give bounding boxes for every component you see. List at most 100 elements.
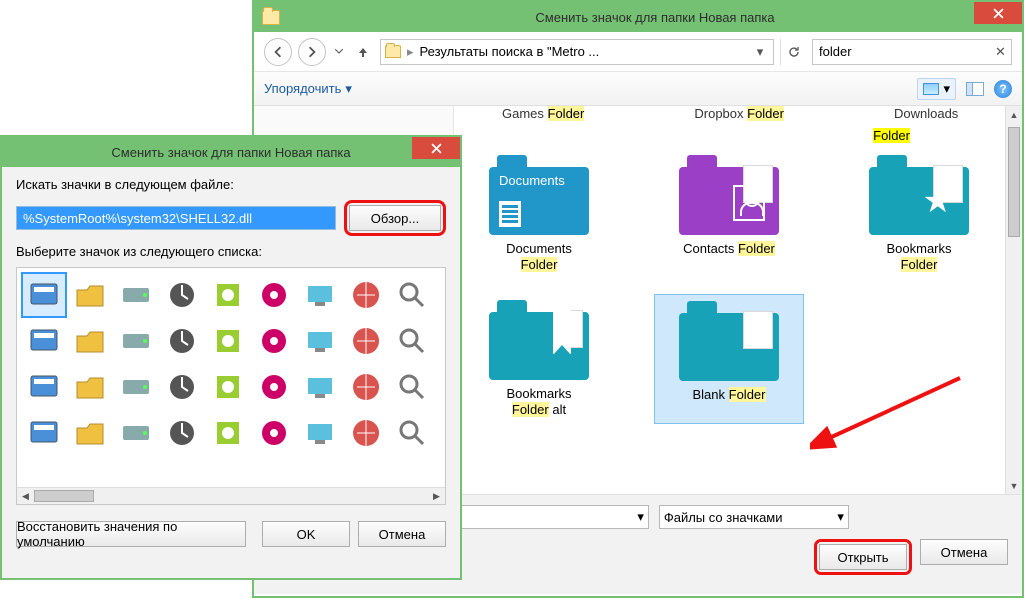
printer-icon[interactable] [207, 274, 249, 316]
highlight-ring: Открыть [814, 539, 912, 575]
scroll-up-icon[interactable]: ▲ [1006, 106, 1022, 123]
history-dropdown[interactable] [332, 49, 346, 54]
scroll-left-icon[interactable]: ◀ [17, 491, 34, 502]
cancel-button[interactable]: Отмена [358, 521, 446, 547]
file-list[interactable]: Games FolderDropbox FolderDownloads Fold… [454, 106, 1022, 494]
picture-icon [923, 83, 939, 95]
gear-icon[interactable] [299, 366, 341, 408]
cdrom-icon[interactable] [253, 320, 295, 362]
nav-row: ▸ Результаты поиска в "Metro ... ▾ ✕ [254, 32, 1022, 72]
filter-value: Файлы со значками [664, 510, 783, 525]
photo-icon[interactable] [299, 320, 341, 362]
users-icon[interactable] [207, 412, 249, 454]
folder-icon [385, 45, 401, 58]
dvd-icon[interactable] [69, 412, 111, 454]
chevron-down-icon: ▾ [345, 81, 352, 97]
scroll-thumb[interactable] [1008, 127, 1020, 237]
ok-button[interactable]: OK [262, 521, 350, 547]
chip-icon[interactable] [161, 274, 203, 316]
folder-open-icon[interactable] [391, 320, 433, 362]
up-button[interactable] [352, 41, 374, 63]
power-icon[interactable] [299, 412, 341, 454]
sound-icon[interactable] [345, 274, 387, 316]
chevron-down-icon[interactable]: ▾ [751, 44, 769, 60]
file-filter-combo[interactable]: Файлы со значками▾ [659, 505, 849, 529]
folder-icon[interactable] [69, 274, 111, 316]
search-box[interactable]: ✕ [812, 39, 1012, 65]
folder-icon [262, 10, 280, 25]
chevron-down-icon: ▾ [943, 81, 950, 97]
change-icon-dialog: Сменить значок для папки Новая папка Иск… [0, 135, 462, 580]
icon-path-input[interactable] [16, 206, 336, 230]
window-title: Сменить значок для папки Новая папка [111, 145, 350, 160]
forward-button[interactable] [298, 38, 326, 66]
lock-icon[interactable] [345, 412, 387, 454]
cancel-button[interactable]: Отмена [920, 539, 1008, 565]
partial-row: Games FolderDropbox FolderDownloads [464, 106, 1012, 128]
icon-list[interactable]: ◀ ▶ [16, 267, 446, 505]
restore-defaults-button[interactable]: Восстановить значения по умолчанию [16, 521, 246, 547]
address-bar[interactable]: ▸ Результаты поиска в "Metro ... ▾ [380, 39, 774, 65]
organize-menu[interactable]: Упорядочить ▾ [264, 81, 352, 97]
scroll-thumb[interactable] [34, 490, 94, 502]
world2-icon[interactable] [161, 366, 203, 408]
search-icon[interactable] [207, 366, 249, 408]
titlebar: Сменить значок для папки Новая папка [254, 2, 1022, 32]
refresh-button[interactable] [780, 39, 806, 65]
key-icon[interactable] [253, 412, 295, 454]
fax-icon[interactable] [345, 320, 387, 362]
floppy-icon[interactable] [69, 366, 111, 408]
chevron-right-icon: ▸ [407, 44, 414, 60]
clock-icon[interactable] [253, 274, 295, 316]
hand-icon[interactable] [345, 366, 387, 408]
highlight: Folder [873, 128, 910, 143]
net-panel-icon[interactable] [299, 274, 341, 316]
netdrive-icon[interactable] [115, 320, 157, 362]
file-caption: Contacts Folder [683, 241, 775, 257]
view-mode-button[interactable]: ▾ [917, 78, 956, 100]
clear-search-icon[interactable]: ✕ [995, 44, 1006, 60]
lan-icon[interactable] [391, 412, 433, 454]
monitor-icon[interactable] [207, 320, 249, 362]
window-icon[interactable] [23, 274, 65, 316]
screen-icon[interactable] [23, 366, 65, 408]
highlight-ring: Обзор... [344, 200, 446, 236]
close-button[interactable] [412, 137, 460, 159]
file-item-bookmarks[interactable]: ★BookmarksFolder [844, 149, 994, 280]
drive2-icon[interactable] [23, 412, 65, 454]
horizontal-scrollbar[interactable]: ◀ ▶ [17, 487, 445, 504]
file-caption: BookmarksFolder alt [506, 386, 571, 419]
file-item-blank[interactable]: Blank Folder [654, 294, 804, 425]
file-caption: Blank Folder [693, 387, 766, 403]
list-label: Выберите значок из следующего списка: [16, 244, 446, 259]
organize-label: Упорядочить [264, 81, 341, 96]
tree-icon[interactable] [161, 412, 203, 454]
preview-pane-button[interactable] [966, 82, 984, 96]
titlebar: Сменить значок для папки Новая папка [2, 137, 460, 167]
open-button[interactable]: Открыть [819, 544, 907, 570]
disc-icon[interactable] [69, 320, 111, 362]
mail-icon[interactable] [253, 366, 295, 408]
help-icon[interactable] [391, 366, 433, 408]
error-icon[interactable] [115, 366, 157, 408]
doc-icon[interactable] [23, 320, 65, 362]
file-caption: DocumentsFolder [506, 241, 572, 274]
file-item-contacts[interactable]: Contacts Folder [654, 149, 804, 280]
back-button[interactable] [264, 38, 292, 66]
globe-icon[interactable] [161, 320, 203, 362]
file-item-documents[interactable]: DocumentsDocumentsFolder [464, 149, 614, 280]
window-title: Сменить значок для папки Новая папка [288, 10, 1022, 25]
scroll-right-icon[interactable]: ▶ [428, 491, 445, 502]
help-button[interactable]: ? [994, 80, 1012, 98]
file-item-bookmarks-alt[interactable]: BookmarksFolder alt [464, 294, 614, 425]
install-icon[interactable] [115, 412, 157, 454]
drive-icon[interactable] [115, 274, 157, 316]
toolbar: Упорядочить ▾ ▾ ? [254, 72, 1022, 106]
scroll-down-icon[interactable]: ▼ [1006, 477, 1022, 494]
address-text: Результаты поиска в "Metro ... [420, 44, 600, 59]
close-button[interactable] [974, 2, 1022, 24]
vertical-scrollbar[interactable]: ▲ ▼ [1005, 106, 1022, 494]
recycle-icon[interactable] [391, 274, 433, 316]
browse-button[interactable]: Обзор... [349, 205, 441, 231]
search-input[interactable] [819, 44, 995, 59]
